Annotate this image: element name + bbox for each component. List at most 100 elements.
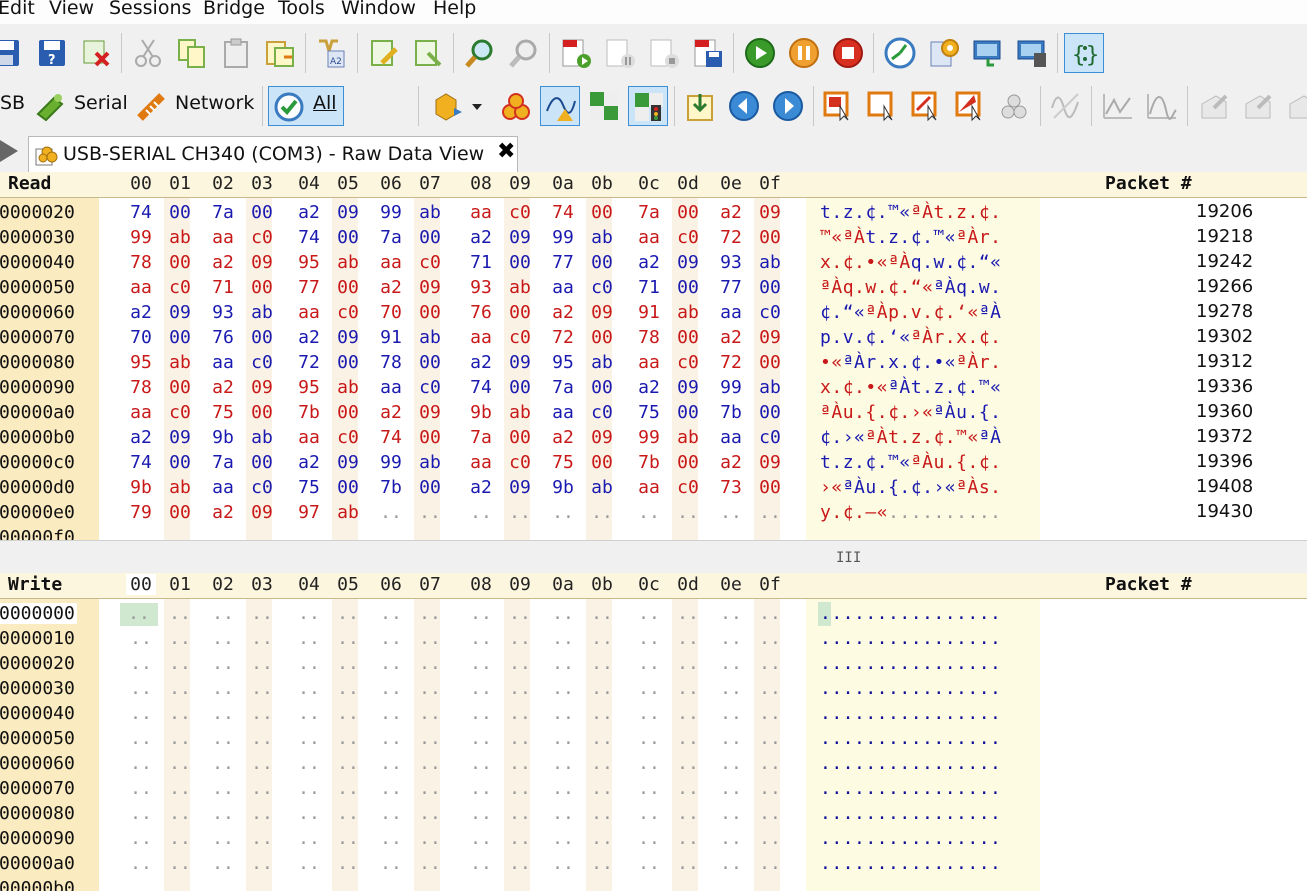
- hex-byte[interactable]: a2: [294, 452, 324, 473]
- hex-byte[interactable]: ..: [548, 753, 578, 774]
- hex-byte[interactable]: 00: [165, 252, 195, 273]
- hex-byte[interactable]: aa: [466, 202, 496, 223]
- hex-byte[interactable]: ..: [548, 703, 578, 724]
- hex-byte[interactable]: ..: [208, 653, 238, 674]
- hex-byte[interactable]: 09: [247, 252, 277, 273]
- hex-byte[interactable]: 00: [415, 227, 445, 248]
- hex-byte[interactable]: 77: [548, 252, 578, 273]
- hex-byte[interactable]: ..: [587, 678, 617, 699]
- menu-bridge[interactable]: Bridge: [203, 0, 265, 19]
- hex-byte[interactable]: ..: [716, 753, 746, 774]
- hex-byte[interactable]: 9b: [126, 477, 156, 498]
- hex-byte[interactable]: ..: [716, 853, 746, 874]
- hex-byte[interactable]: 76: [466, 302, 496, 323]
- hex-byte[interactable]: 9b: [466, 402, 496, 423]
- pause-monitoring-icon[interactable]: [784, 33, 824, 73]
- menu-help[interactable]: Help: [433, 0, 476, 19]
- column-header[interactable]: 0d: [673, 574, 703, 595]
- hex-byte[interactable]: ab: [415, 327, 445, 348]
- hex-byte[interactable]: ..: [466, 803, 496, 824]
- hex-byte[interactable]: 00: [505, 252, 535, 273]
- hex-byte[interactable]: 7b: [294, 402, 324, 423]
- hex-byte[interactable]: 74: [126, 452, 156, 473]
- column-header[interactable]: 0e: [716, 173, 746, 194]
- ascii-text[interactable]: ................: [820, 653, 1001, 674]
- find-icon[interactable]: [460, 33, 500, 73]
- find-next-icon[interactable]: [504, 33, 544, 73]
- hex-byte[interactable]: 09: [505, 477, 535, 498]
- hex-byte[interactable]: ab: [247, 302, 277, 323]
- hex-byte[interactable]: ab: [755, 252, 785, 273]
- hex-byte[interactable]: ..: [466, 603, 496, 624]
- hex-byte[interactable]: 09: [673, 252, 703, 273]
- hex-byte[interactable]: ..: [716, 678, 746, 699]
- column-header[interactable]: 00: [126, 574, 156, 595]
- hex-byte[interactable]: ..: [208, 803, 238, 824]
- hex-byte[interactable]: 79: [126, 502, 156, 523]
- hex-byte[interactable]: ab: [505, 402, 535, 423]
- hex-byte[interactable]: 71: [634, 277, 664, 298]
- hex-byte[interactable]: 7b: [716, 402, 746, 423]
- save-icon[interactable]: [0, 33, 26, 73]
- select-all-icon[interactable]: [950, 86, 990, 126]
- hex-byte[interactable]: ..: [247, 828, 277, 849]
- hex-byte[interactable]: ..: [415, 828, 445, 849]
- serial-icon[interactable]: [30, 86, 70, 126]
- filter-serial-label[interactable]: Serial: [74, 92, 128, 114]
- filter-network-label[interactable]: Network: [175, 92, 254, 114]
- hex-byte[interactable]: aa: [294, 302, 324, 323]
- hex-byte[interactable]: ..: [208, 728, 238, 749]
- hex-byte[interactable]: 00: [587, 252, 617, 273]
- hex-byte[interactable]: 00: [673, 327, 703, 348]
- save-as-icon[interactable]: ?: [32, 33, 72, 73]
- column-header[interactable]: 0c: [634, 173, 664, 194]
- hex-byte[interactable]: ..: [415, 753, 445, 774]
- hex-byte[interactable]: ..: [716, 728, 746, 749]
- hex-byte[interactable]: ab: [587, 352, 617, 373]
- hex-byte[interactable]: ..: [755, 778, 785, 799]
- ascii-text[interactable]: ¢.“«ªÀp.v.¢.‘«ªÀ: [820, 302, 1002, 323]
- hex-byte[interactable]: 99: [634, 427, 664, 448]
- hex-byte[interactable]: aa: [634, 227, 664, 248]
- hex-byte[interactable]: ..: [247, 778, 277, 799]
- start-monitoring-icon[interactable]: [740, 33, 780, 73]
- hex-byte[interactable]: 09: [333, 327, 363, 348]
- hex-byte[interactable]: ..: [466, 778, 496, 799]
- column-header[interactable]: 0d: [673, 173, 703, 194]
- hex-byte[interactable]: 74: [294, 227, 324, 248]
- hex-byte[interactable]: ..: [505, 778, 535, 799]
- hex-byte[interactable]: 72: [716, 352, 746, 373]
- hex-byte[interactable]: ..: [333, 728, 363, 749]
- hex-byte[interactable]: ..: [466, 728, 496, 749]
- column-header[interactable]: 03: [247, 574, 277, 595]
- hex-byte[interactable]: ..: [466, 878, 496, 891]
- hex-byte[interactable]: ..: [548, 728, 578, 749]
- hex-byte[interactable]: 00: [333, 402, 363, 423]
- hex-byte[interactable]: 00: [673, 402, 703, 423]
- ascii-text[interactable]: ................: [820, 828, 1001, 849]
- ascii-text[interactable]: t.z.¢.™«ªÀt.z.¢.: [820, 202, 1002, 223]
- column-header[interactable]: 01: [165, 574, 195, 595]
- hex-byte[interactable]: ..: [333, 603, 363, 624]
- hex-byte[interactable]: 00: [587, 452, 617, 473]
- table-view-icon[interactable]: [584, 86, 624, 126]
- hex-byte[interactable]: ..: [548, 828, 578, 849]
- hex-byte[interactable]: ab: [333, 377, 363, 398]
- hex-byte[interactable]: c0: [505, 452, 535, 473]
- hex-byte[interactable]: 93: [716, 252, 746, 273]
- select-write-icon[interactable]: [862, 86, 902, 126]
- cut-icon[interactable]: [128, 33, 168, 73]
- hex-byte[interactable]: a2: [376, 402, 406, 423]
- hex-byte[interactable]: aa: [634, 477, 664, 498]
- hex-byte[interactable]: ..: [466, 653, 496, 674]
- hex-byte[interactable]: 00: [415, 302, 445, 323]
- hex-byte[interactable]: 00: [333, 477, 363, 498]
- hex-byte[interactable]: ..: [294, 828, 324, 849]
- hex-byte[interactable]: ..: [415, 778, 445, 799]
- hex-byte[interactable]: c0: [333, 302, 363, 323]
- hex-byte[interactable]: 00: [505, 377, 535, 398]
- hex-byte[interactable]: c0: [673, 352, 703, 373]
- hex-byte[interactable]: ..: [376, 653, 406, 674]
- column-header[interactable]: 0f: [755, 173, 785, 194]
- column-header[interactable]: 04: [294, 574, 324, 595]
